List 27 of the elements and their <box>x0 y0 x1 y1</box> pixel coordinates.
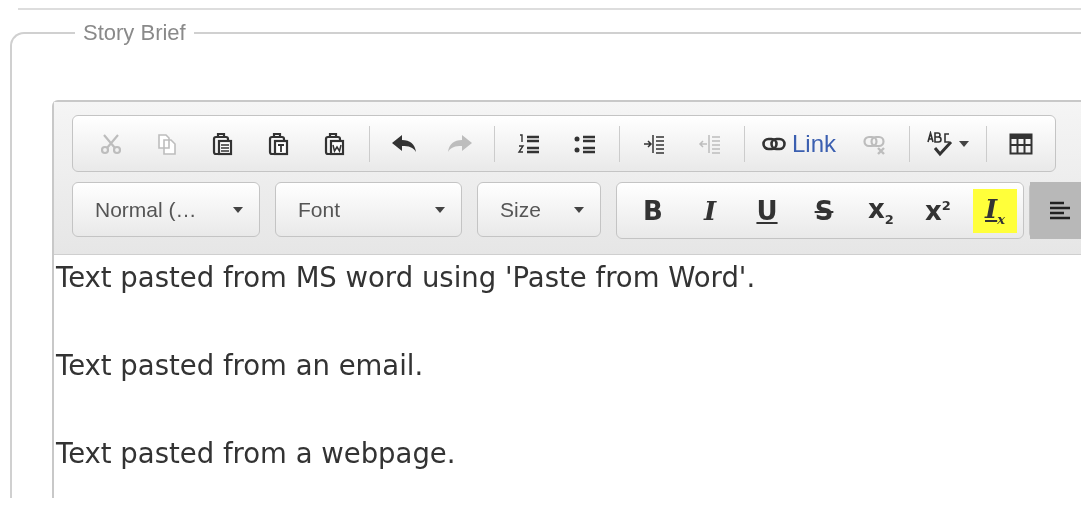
format-button[interactable]: I$_{x}$ <box>973 188 1017 233</box>
paragraph: Text pasted from a webpage. <box>56 436 457 471</box>
caret-icon <box>959 140 970 147</box>
align-left-button[interactable] <box>1030 182 1081 239</box>
spellcheck-icon <box>927 130 954 157</box>
dropdown-select[interactable]: Normal (… <box>72 182 260 237</box>
table-icon <box>1009 131 1034 156</box>
dropdown-select[interactable]: Font <box>275 182 462 237</box>
format-button[interactable]: I <box>688 188 732 233</box>
fieldset-legend: Story Brief <box>75 23 194 45</box>
format-button[interactable]: S <box>802 188 846 233</box>
caret-icon <box>233 206 243 213</box>
clipboard-icon <box>211 131 235 156</box>
format-button[interactable]: U <box>745 188 789 233</box>
link-button[interactable]: Link <box>756 120 843 167</box>
caret-icon <box>435 206 445 213</box>
paragraph: Text pasted from MS word using 'Paste from Word'. <box>56 260 757 295</box>
format-button[interactable]: x$_{2}$ <box>859 188 903 233</box>
caret-icon <box>574 206 584 213</box>
paragraph: Text pasted from an email. <box>56 348 425 383</box>
dropdown-select[interactable]: Size <box>477 182 601 237</box>
copy-icon <box>155 131 179 156</box>
numbered-list-icon <box>517 131 541 156</box>
clipboard-icon <box>267 131 291 156</box>
clipboard-icon <box>323 131 347 156</box>
format-button[interactable]: x$^{2}$ <box>916 188 960 233</box>
format-button[interactable]: B <box>631 188 675 233</box>
